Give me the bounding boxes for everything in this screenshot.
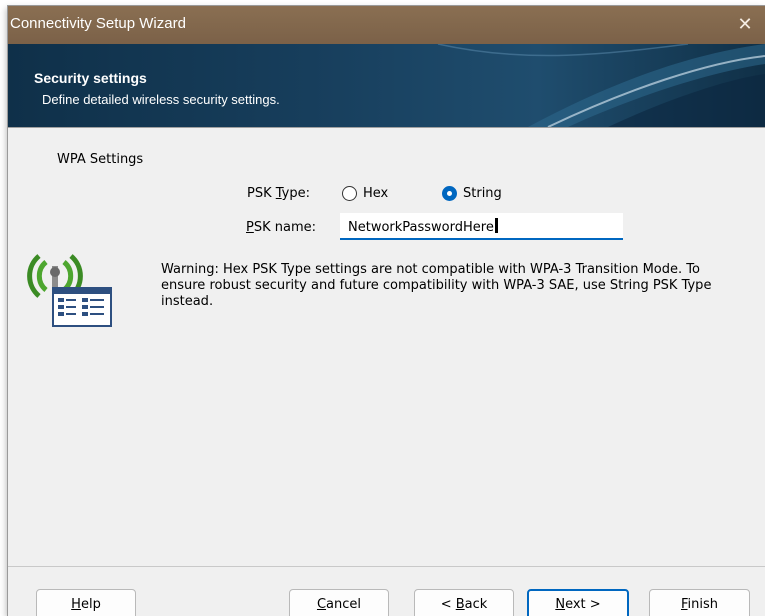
- back-button-label: ack: [464, 597, 488, 612]
- psk-type-string-radio[interactable]: String: [442, 186, 502, 201]
- banner-divider: [8, 127, 765, 128]
- radio-checked-icon[interactable]: [442, 186, 457, 201]
- window-title: Connectivity Setup Wizard: [10, 15, 186, 32]
- psk-name-value: NetworkPasswordHere: [348, 220, 494, 235]
- help-button-label: elp: [80, 597, 101, 612]
- title-bar: Connectivity Setup Wizard ✕: [8, 6, 765, 44]
- finish-button[interactable]: Finish: [649, 589, 750, 616]
- banner-heading: Security settings: [34, 70, 147, 86]
- text-caret: [494, 218, 498, 233]
- psk-name-label-mnemonic: P: [246, 220, 254, 235]
- psk-type-hex-radio[interactable]: Hex: [342, 186, 388, 201]
- wizard-window: Connectivity Setup Wizard ✕ Security set…: [8, 6, 765, 616]
- psk-type-label: PSK Type:: [247, 186, 310, 201]
- next-button[interactable]: Next >: [527, 589, 629, 616]
- psk-type-label-suffix: ype:: [281, 186, 310, 201]
- banner-subheading: Define detailed wireless security settin…: [42, 92, 280, 107]
- next-button-label: ext >: [565, 597, 601, 612]
- back-button-mnemonic: B: [455, 597, 465, 612]
- help-button-mnemonic: H: [71, 597, 81, 612]
- wireless-settings-icon: [27, 254, 112, 327]
- next-button-mnemonic: N: [555, 597, 566, 612]
- cancel-button[interactable]: Cancel: [289, 589, 389, 616]
- finish-button-label: inish: [687, 597, 719, 612]
- radio-unchecked-icon[interactable]: [342, 186, 357, 201]
- header-banner: Security settings Define detailed wirele…: [8, 44, 765, 127]
- back-button-prefix: <: [440, 597, 456, 612]
- help-button[interactable]: Help: [36, 589, 136, 616]
- psk-name-label-suffix: SK name:: [253, 220, 316, 235]
- footer-divider: [8, 566, 765, 567]
- wpa-settings-label: WPA Settings: [57, 152, 144, 167]
- psk-type-string-label: String: [463, 186, 502, 201]
- close-icon[interactable]: ✕: [725, 6, 765, 44]
- psk-name-input[interactable]: NetworkPasswordHere: [340, 213, 623, 240]
- psk-name-label: PSK name:: [246, 220, 316, 235]
- cancel-button-label: ancel: [326, 597, 362, 612]
- wpa3-warning-text: Warning: Hex PSK Type settings are not c…: [161, 262, 712, 309]
- cancel-button-mnemonic: C: [316, 597, 327, 612]
- psk-type-hex-label: Hex: [363, 186, 389, 201]
- psk-type-label-prefix: PSK: [247, 186, 276, 201]
- back-button[interactable]: < Back: [414, 589, 514, 616]
